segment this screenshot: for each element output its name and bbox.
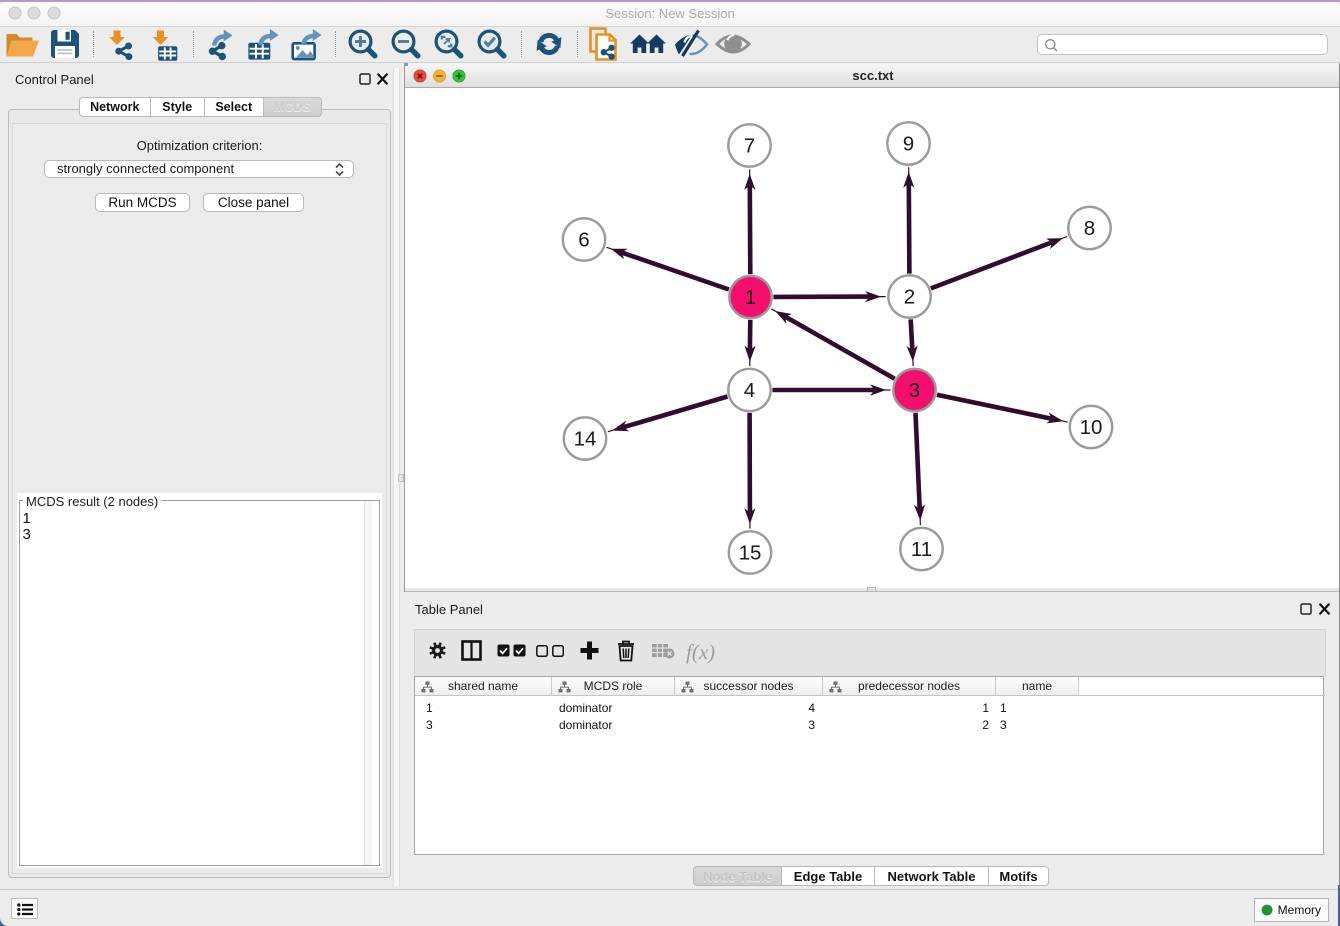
svg-text:14: 14	[574, 428, 597, 451]
svg-text:1: 1	[745, 286, 756, 309]
svg-text:4: 4	[744, 379, 755, 402]
svg-text:11: 11	[911, 538, 932, 561]
svg-text:8: 8	[1084, 217, 1095, 240]
svg-text:2: 2	[904, 286, 915, 309]
svg-text:15: 15	[739, 542, 762, 565]
svg-text:7: 7	[744, 135, 755, 158]
svg-text:9: 9	[903, 133, 914, 156]
svg-text:3: 3	[909, 379, 920, 402]
svg-text:10: 10	[1080, 416, 1103, 439]
svg-text:6: 6	[578, 229, 589, 252]
